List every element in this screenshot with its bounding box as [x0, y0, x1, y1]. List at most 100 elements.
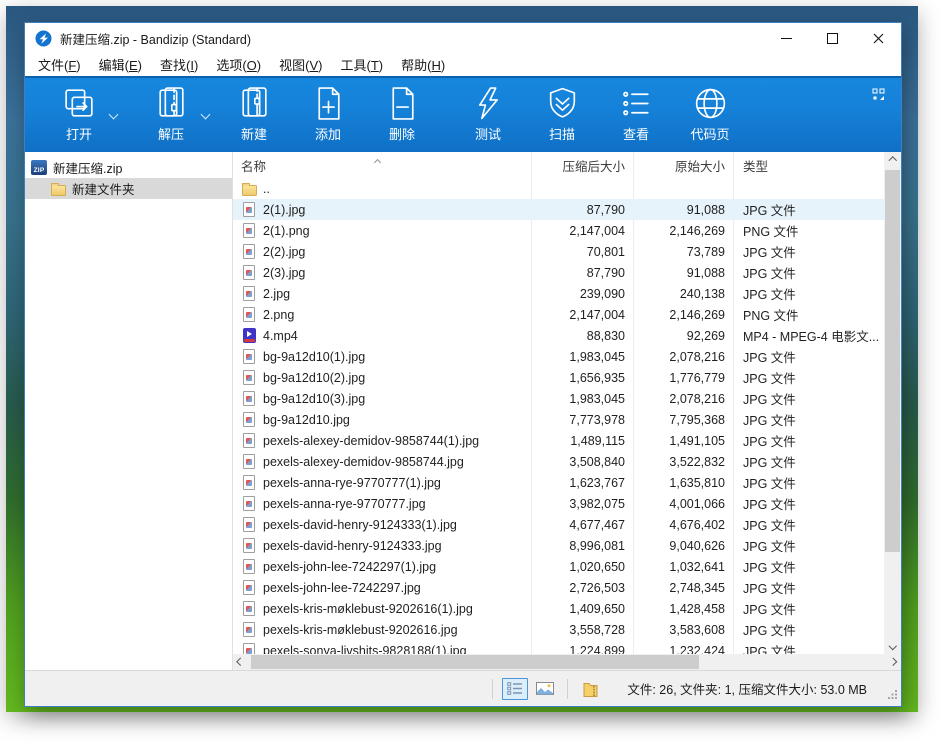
menu-item[interactable]: 帮助(H) [392, 53, 454, 76]
column-header-original-size[interactable]: 原始大小 [633, 156, 733, 175]
image-file-icon [241, 643, 257, 655]
packed-size: 2,726,503 [531, 581, 633, 595]
table-row[interactable]: bg-9a12d10(1).jpg 1,983,045 2,078,216 JP… [233, 346, 884, 367]
table-row[interactable]: pexels-kris-møklebust-9202616(1).jpg 1,4… [233, 598, 884, 619]
table-row[interactable]: 2(3).jpg 87,790 91,088 JPG 文件 [233, 262, 884, 283]
toolbar-button[interactable]: 打开 [33, 83, 125, 149]
table-row[interactable]: pexels-kris-møklebust-9202616.jpg 3,558,… [233, 619, 884, 640]
original-size: 2,146,269 [633, 308, 733, 322]
table-row[interactable]: 2(2).jpg 70,801 73,789 JPG 文件 [233, 241, 884, 262]
resize-grip[interactable] [888, 689, 898, 703]
menu-item[interactable]: 文件(F) [29, 53, 90, 76]
packed-size: 70,801 [531, 245, 633, 259]
column-header-packed-size[interactable]: 压缩后大小 [531, 156, 633, 175]
packed-size: 87,790 [531, 203, 633, 217]
folder-icon [241, 181, 257, 197]
scroll-up-icon[interactable] [884, 152, 901, 169]
menu-item[interactable]: 视图(V) [270, 53, 331, 76]
table-row[interactable]: 2.jpg 239,090 240,138 JPG 文件 [233, 283, 884, 304]
tree-item-archive[interactable]: ZIP 新建压缩.zip [25, 157, 232, 178]
table-row[interactable]: pexels-john-lee-7242297(1).jpg 1,020,650… [233, 556, 884, 577]
chevron-down-icon[interactable] [202, 105, 209, 123]
toolbar-button[interactable]: 代码页 [673, 83, 747, 149]
toolbar-button[interactable]: 解压 [125, 83, 217, 149]
menu-item[interactable]: 编辑(E) [90, 53, 151, 76]
status-text: 文件: 26, 文件夹: 1, 压缩文件大小: 53.0 MB [627, 679, 867, 698]
vertical-scrollbar-thumb[interactable] [885, 170, 900, 552]
window-title: 新建压缩.zip - Bandizip (Standard) [60, 29, 251, 48]
file-name: bg-9a12d10(2).jpg [263, 371, 365, 385]
table-row[interactable]: pexels-alexey-demidov-9858744(1).jpg 1,4… [233, 430, 884, 451]
menu-item[interactable]: 选项(O) [207, 53, 270, 76]
file-type: JPG 文件 [733, 410, 884, 429]
table-row[interactable]: bg-9a12d10.jpg 7,773,978 7,795,368 JPG 文… [233, 409, 884, 430]
details-view-icon[interactable] [502, 678, 528, 700]
table-row[interactable]: pexels-david-henry-9124333(1).jpg 4,677,… [233, 514, 884, 535]
image-file-icon [241, 307, 257, 323]
scroll-left-icon[interactable] [233, 654, 249, 670]
file-name: 2(3).jpg [263, 266, 305, 280]
original-size: 1,032,641 [633, 560, 733, 574]
file-type: JPG 文件 [733, 452, 884, 471]
maximize-button[interactable] [809, 23, 855, 53]
bandizip-window: 新建压缩.zip - Bandizip (Standard) 文件(F)编辑(E… [24, 22, 902, 707]
sort-ascending-icon [375, 154, 380, 168]
zip-archive-icon: ZIP [31, 160, 47, 175]
folder-tree: ZIP 新建压缩.zip 新建文件夹 [25, 152, 232, 670]
menu-item-label: 工具( [340, 58, 370, 73]
file-name: bg-9a12d10(3).jpg [263, 392, 365, 406]
scroll-down-icon[interactable] [884, 637, 901, 654]
table-row[interactable]: bg-9a12d10(3).jpg 1,983,045 2,078,216 JP… [233, 388, 884, 409]
toolbar-button[interactable]: 新建 [217, 83, 291, 149]
column-header-name[interactable]: 名称 [233, 156, 531, 175]
original-size: 1,776,779 [633, 371, 733, 385]
toolbar-button[interactable]: 添加 [291, 83, 365, 149]
menu-item-accesskey: E [129, 58, 138, 73]
original-size: 92,269 [633, 329, 733, 343]
layout-toggle-icon[interactable] [872, 88, 885, 101]
table-row[interactable]: pexels-sonya-livshits-9828188(1).jpg 1,2… [233, 640, 884, 654]
file-type: JPG 文件 [733, 641, 884, 654]
column-header-type[interactable]: 类型 [733, 156, 884, 175]
vertical-scrollbar[interactable] [884, 152, 901, 654]
packed-size: 3,508,840 [531, 455, 633, 469]
table-row[interactable]: pexels-anna-rye-9770777.jpg 3,982,075 4,… [233, 493, 884, 514]
file-name: pexels-david-henry-9124333.jpg [263, 539, 442, 553]
image-file-icon [241, 370, 257, 386]
menu-item[interactable]: 查找(I) [151, 53, 207, 76]
chevron-down-icon[interactable] [110, 105, 117, 123]
menu-item-label: 帮助( [401, 58, 431, 73]
table-row[interactable]: pexels-john-lee-7242297.jpg 2,726,503 2,… [233, 577, 884, 598]
menu-bar: 文件(F)编辑(E)查找(I)选项(O)视图(V)工具(T)帮助(H) [25, 53, 901, 76]
table-row[interactable]: pexels-alexey-demidov-9858744.jpg 3,508,… [233, 451, 884, 472]
preview-icon[interactable] [532, 678, 558, 700]
toolbar-button[interactable]: 查看 [599, 83, 673, 149]
file-type: JPG 文件 [733, 494, 884, 513]
horizontal-scrollbar[interactable] [233, 654, 901, 670]
table-row[interactable]: 2(1).jpg 87,790 91,088 JPG 文件 [233, 199, 884, 220]
file-name: 2(1).jpg [263, 203, 305, 217]
scroll-right-icon[interactable] [885, 654, 901, 670]
horizontal-scrollbar-thumb[interactable] [251, 655, 699, 669]
table-row[interactable]: pexels-anna-rye-9770777(1).jpg 1,623,767… [233, 472, 884, 493]
minimize-button[interactable] [763, 23, 809, 53]
table-row[interactable]: 4.mp4 88,830 92,269 MP4 - MPEG-4 电影文... [233, 325, 884, 346]
table-row[interactable]: 2(1).png 2,147,004 2,146,269 PNG 文件 [233, 220, 884, 241]
toolbar-button[interactable]: 删除 [365, 83, 439, 149]
menu-item-accesskey: V [309, 58, 318, 73]
close-button[interactable] [855, 23, 901, 53]
original-size: 3,522,832 [633, 455, 733, 469]
main-area: ZIP 新建压缩.zip 新建文件夹 名称 压缩后大小 [25, 152, 901, 670]
table-row[interactable]: 2.png 2,147,004 2,146,269 PNG 文件 [233, 304, 884, 325]
bandizip-logo-icon [35, 30, 52, 47]
file-name: bg-9a12d10.jpg [263, 413, 350, 427]
table-row[interactable]: bg-9a12d10(2).jpg 1,656,935 1,776,779 JP… [233, 367, 884, 388]
toolbar-button[interactable]: 扫描 [525, 83, 599, 149]
table-row[interactable]: .. [233, 178, 884, 199]
tree-item-folder[interactable]: 新建文件夹 [25, 178, 232, 199]
menu-item[interactable]: 工具(T) [331, 53, 392, 76]
packed-size: 1,656,935 [531, 371, 633, 385]
file-type: JPG 文件 [733, 368, 884, 387]
toolbar-button[interactable]: 测试 [451, 83, 525, 149]
table-row[interactable]: pexels-david-henry-9124333.jpg 8,996,081… [233, 535, 884, 556]
